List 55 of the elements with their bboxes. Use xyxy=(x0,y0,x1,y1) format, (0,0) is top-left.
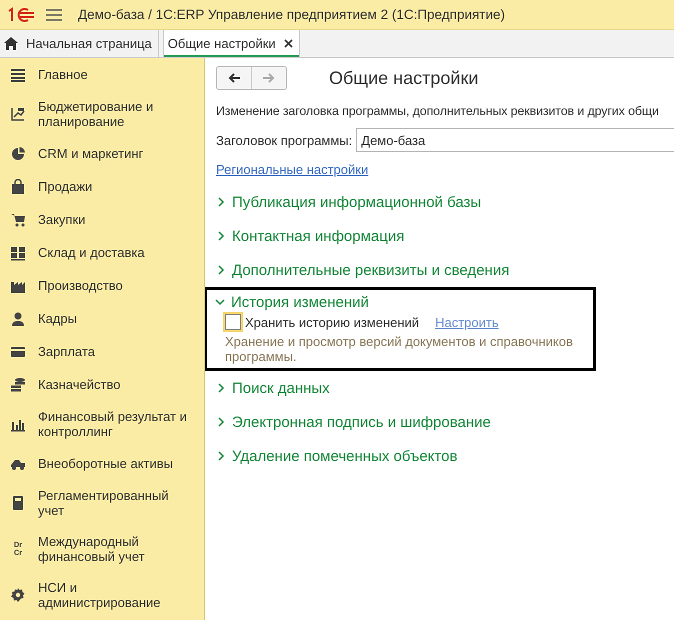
section-header[interactable]: История изменений xyxy=(215,290,585,314)
sidebar-item[interactable]: Казначейство xyxy=(0,368,204,401)
hint-text: Хранение и просмотр версий документов и справочников программы. xyxy=(224,334,574,364)
back-arrow-icon xyxy=(228,73,240,83)
tab[interactable]: Общие настройки xyxy=(162,30,300,57)
section-icon xyxy=(10,310,26,326)
section-icon xyxy=(10,495,26,511)
section-icon xyxy=(10,146,26,162)
sidebar-item[interactable]: Кадры xyxy=(0,302,204,335)
chevron-icon xyxy=(216,383,226,393)
home-icon xyxy=(4,37,18,50)
chevron-icon xyxy=(216,451,226,461)
sidebar-item[interactable]: Финансовый результат и контроллинг xyxy=(0,401,204,447)
section-header[interactable]: Дополнительные реквизиты и сведения xyxy=(216,253,590,287)
tab[interactable]: Начальная страница xyxy=(0,30,159,57)
sidebar-item[interactable]: Бюджетирование и планирование xyxy=(0,91,204,137)
section-icon xyxy=(10,106,26,122)
sidebar-item[interactable]: Внеоборотные активы xyxy=(0,447,204,480)
chevron-icon xyxy=(216,231,226,241)
chevron-icon xyxy=(216,417,226,427)
sidebar-item[interactable]: НСИ и администрирование xyxy=(0,572,204,618)
section-icon xyxy=(10,376,26,392)
menu-icon[interactable] xyxy=(46,8,62,22)
page-title: Общие настройки xyxy=(329,68,478,88)
section-header[interactable]: Удаление помеченных объектов xyxy=(216,439,590,473)
section-icon xyxy=(10,212,26,228)
title-field[interactable]: Демо-база xyxy=(356,128,674,152)
sidebar-item[interactable]: Зарплата xyxy=(0,335,204,368)
sidebar-item[interactable]: Склад и доставка xyxy=(0,236,204,269)
section-icon xyxy=(10,66,26,82)
section-header[interactable]: Публикация информационной базы xyxy=(216,185,590,219)
sidebar-item[interactable]: Производство xyxy=(0,269,204,302)
chevron-icon xyxy=(215,297,225,307)
sidebar-item[interactable]: Регламентированный учет xyxy=(0,480,204,526)
description: Изменение заголовка программы, дополнительных реквизитов и других общи xyxy=(216,104,660,118)
chevron-icon xyxy=(216,197,226,207)
section-header[interactable]: Электронная подпись и шифрование xyxy=(216,405,590,439)
checkbox-label: Хранить историю изменений xyxy=(245,314,420,330)
sidebar-item[interactable]: Закупки xyxy=(0,203,204,236)
sidebar-item[interactable]: Продажи xyxy=(0,170,204,203)
sidebar-item[interactable]: Главное xyxy=(0,58,204,91)
section-icon xyxy=(10,587,26,603)
forward-arrow-icon xyxy=(263,73,275,83)
chevron-icon xyxy=(216,265,226,275)
sidebar-item[interactable]: CRM и маркетинг xyxy=(0,137,204,170)
logo-icon xyxy=(6,6,36,22)
field-label: Заголовок программы: xyxy=(216,132,352,148)
checkbox[interactable] xyxy=(225,314,241,330)
section-icon xyxy=(10,178,26,194)
regional-settings-link[interactable]: Региональные настройки xyxy=(216,162,368,177)
section-icon xyxy=(10,244,26,260)
section-header[interactable]: Контактная информация xyxy=(216,219,590,253)
close-icon[interactable] xyxy=(284,39,293,48)
window-title: Демо-база / 1С:ERP Управление предприятием 2 (1С:Предприятие) xyxy=(78,7,506,22)
section-header[interactable]: Поиск данных xyxy=(216,371,590,405)
